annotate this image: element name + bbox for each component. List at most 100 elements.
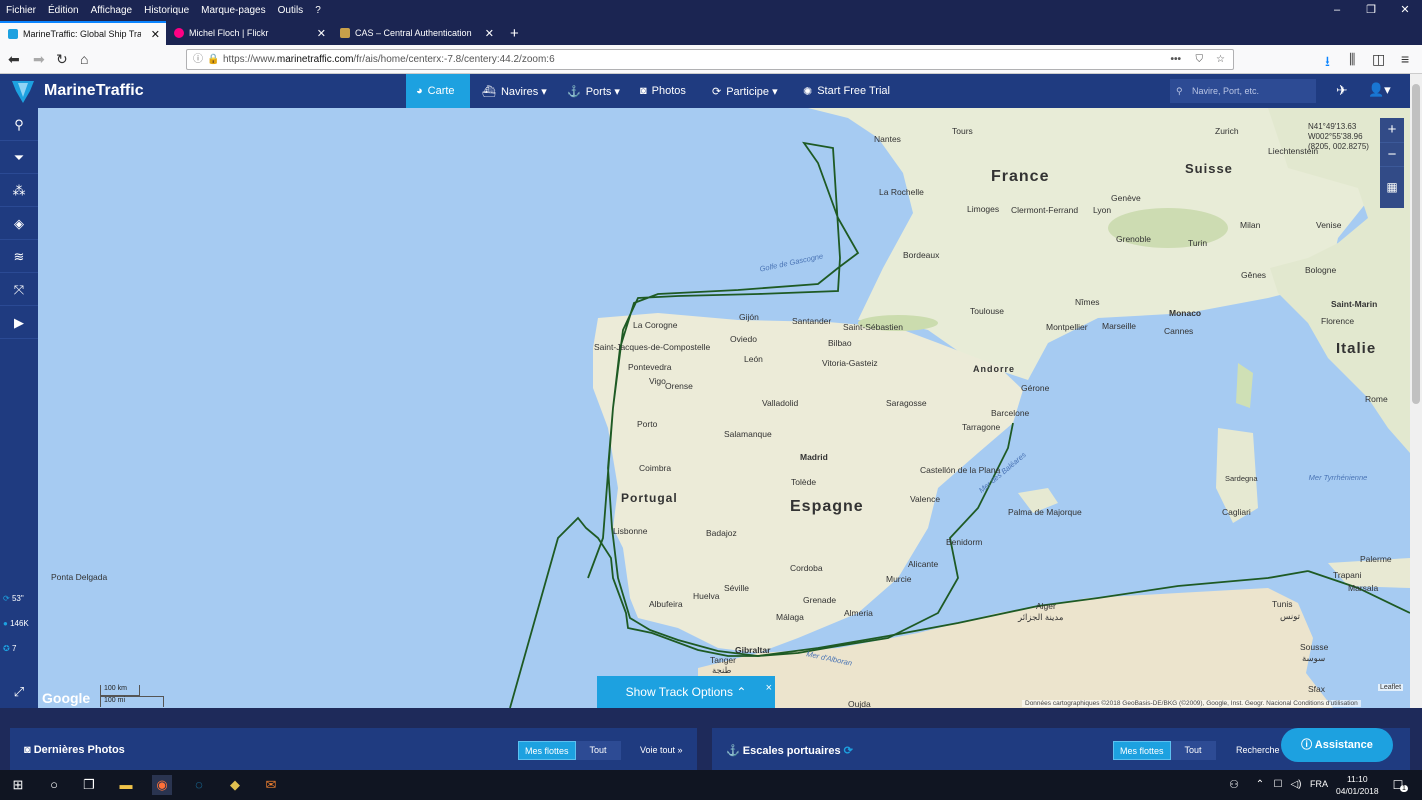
country-label: Italie [1336, 340, 1377, 357]
mail-icon[interactable]: ✉ [261, 775, 281, 795]
view-all-link[interactable]: Voie tout » [640, 745, 683, 755]
nav-start-free-trial[interactable]: ✺ Start Free Trial [793, 74, 900, 108]
camera-icon: ◙ [640, 85, 647, 97]
city-label: Bologne [1305, 265, 1337, 275]
menu-fichier[interactable]: Fichier [0, 5, 42, 16]
filter-icon[interactable]: ⏷ [0, 141, 38, 174]
measure-icon[interactable]: ⤧ [0, 273, 38, 306]
city-label: Grenoble [1116, 234, 1151, 244]
all-tab[interactable]: Tout [1170, 741, 1216, 760]
map-type-icon[interactable]: ▦ [1380, 166, 1404, 206]
menu-outils[interactable]: Outils [272, 5, 310, 16]
bookmark-star-icon[interactable]: ☆ [1216, 50, 1225, 69]
menu-historique[interactable]: Historique [138, 5, 195, 16]
pocket-icon[interactable]: ⛉ [1196, 50, 1204, 69]
task-view-icon[interactable]: ❐ [79, 775, 99, 795]
info-icon[interactable]: ⓘ [193, 50, 203, 69]
download-icon[interactable]: ⭳ [1325, 51, 1330, 75]
menu-edition[interactable]: Édition [42, 5, 85, 16]
layers-icon[interactable]: ◈ [0, 207, 38, 240]
assistance-button[interactable]: ⓘ Assistance [1281, 728, 1393, 762]
zoom-out-button[interactable]: − [1380, 142, 1404, 166]
file-explorer-icon[interactable]: ▬ [116, 775, 136, 795]
city-label: Cordoba [790, 563, 823, 573]
hamburger-menu-icon[interactable]: ≡ [1401, 51, 1409, 67]
nav-navires[interactable]: ⛴ Navires ▾ [472, 74, 557, 108]
city-label: تونس [1280, 611, 1300, 621]
firefox-icon[interactable]: ◉ [152, 775, 172, 795]
search-icon[interactable]: ⚲ [0, 108, 38, 141]
tab-flickr[interactable]: Michel Floch | Flickr ✕ [166, 21, 332, 45]
nav-photos[interactable]: ◙ Photos [630, 74, 696, 108]
clock-date: 04/01/2018 [1336, 786, 1379, 796]
close-tab-icon[interactable]: ✕ [317, 27, 326, 40]
home-icon[interactable]: ⌂ [80, 51, 88, 67]
close-track-options-icon[interactable]: × [766, 672, 772, 704]
city-label: Tours [952, 126, 973, 136]
nav-carte[interactable]: ◕ Carte [406, 74, 470, 108]
user-account-icon[interactable]: 👤▾ [1368, 82, 1391, 98]
anchor-icon: ⚓ [726, 745, 743, 757]
library-icon[interactable]: ⫼ [1349, 51, 1355, 68]
city-label: León [744, 354, 763, 364]
tab-title: Michel Floch | Flickr [189, 28, 269, 38]
lock-icon[interactable]: 🔒 [207, 50, 219, 69]
refresh-icon[interactable]: ⟳ [844, 745, 853, 757]
network-icon[interactable]: ☐ [1268, 775, 1288, 795]
cas-favicon-icon [340, 28, 350, 38]
tab-bar: MarineTraffic: Global Ship Track ✕ Miche… [0, 20, 1422, 45]
tab-title: MarineTraffic: Global Ship Track [23, 29, 141, 39]
minimize-icon[interactable]: – [1320, 0, 1354, 20]
tab-cas[interactable]: CAS – Central Authentication S ✕ [332, 21, 500, 45]
my-fleets-tab[interactable]: Mes flottes [1113, 741, 1171, 760]
weather-icon[interactable]: ≋ [0, 240, 38, 273]
page-actions-icon[interactable]: ••• [1170, 50, 1181, 69]
map-attribution[interactable]: Données cartographiques ©2018 GeoBasis-D… [1022, 700, 1361, 707]
all-tab[interactable]: Tout [575, 741, 621, 760]
menu-marque-pages[interactable]: Marque-pages [195, 5, 271, 16]
page-scrollbar[interactable] [1410, 74, 1422, 708]
longitude-readout: W002°55'38.96 [1308, 132, 1363, 141]
fleet-value: 7 [11, 644, 17, 653]
back-icon[interactable]: ⬅ [8, 51, 20, 68]
restore-icon[interactable]: ❐ [1354, 0, 1388, 20]
map-canvas[interactable]: France Suisse Italie Portugal Espagne An… [38, 108, 1410, 708]
site-logo[interactable]: MarineTraffic [8, 77, 144, 105]
site-search-input[interactable]: ⚲ Navire, Port, etc. [1170, 79, 1316, 103]
windows-start-icon[interactable]: ⊞ [8, 775, 28, 795]
nav-ports[interactable]: ⚓ Ports ▾ [557, 74, 630, 108]
reload-icon[interactable]: ↻ [56, 51, 68, 68]
show-track-options-button[interactable]: Show Track Options ⌃ × [597, 676, 775, 708]
menu-help[interactable]: ? [309, 5, 327, 16]
forward-icon[interactable]: ➡ [33, 51, 45, 68]
scrollbar-thumb[interactable] [1412, 84, 1420, 404]
close-window-icon[interactable]: ✕ [1388, 0, 1422, 20]
browser-icon[interactable]: ◌ [189, 775, 209, 795]
play-icon[interactable]: ▶ [0, 306, 38, 339]
tab-marinetraffic[interactable]: MarineTraffic: Global Ship Track ✕ [0, 21, 166, 45]
close-tab-icon[interactable]: ✕ [485, 27, 494, 40]
app-icon[interactable]: ◆ [225, 775, 245, 795]
my-fleets-tab[interactable]: Mes flottes [518, 741, 576, 760]
tray-chevron-icon[interactable]: ⌃ [1250, 775, 1270, 795]
search-link[interactable]: Recherche [1236, 745, 1280, 755]
url-field[interactable]: ⓘ 🔒 https://www.marinetraffic.com/fr/ais… [186, 49, 1234, 70]
menu-affichage[interactable]: Affichage [85, 5, 139, 16]
nav-label: Carte [427, 85, 455, 97]
nav-participe[interactable]: ⟳ Participe ▾ [702, 74, 788, 108]
zoom-in-button[interactable]: + [1380, 118, 1404, 142]
sidebar-toggle-icon[interactable]: ◫ [1372, 51, 1385, 68]
people-icon[interactable]: ⚇ [1224, 775, 1244, 795]
country-label: Andorre [973, 364, 1016, 374]
notification-icon[interactable]: ✈ [1336, 82, 1348, 99]
search-icon[interactable]: ○ [44, 775, 64, 795]
new-tab-button[interactable]: + [502, 21, 527, 45]
volume-icon[interactable]: ◁) [1286, 775, 1306, 795]
clock[interactable]: 11:10 04/01/2018 [1336, 773, 1379, 797]
city-label: Grenade [803, 595, 837, 605]
fleet-icon[interactable]: ⁂ [0, 174, 38, 207]
leaflet-link[interactable]: Leaflet [1378, 684, 1404, 691]
close-tab-icon[interactable]: ✕ [151, 28, 160, 41]
language-indicator[interactable]: FRA [1310, 779, 1328, 789]
fullscreen-icon[interactable]: ⤢ [0, 675, 38, 708]
